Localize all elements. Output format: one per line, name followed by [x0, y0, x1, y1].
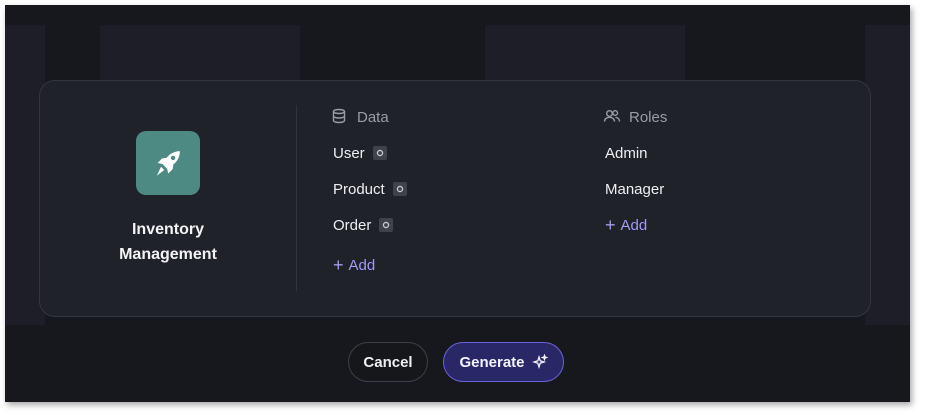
add-data-label: Add	[348, 256, 376, 274]
users-icon	[603, 108, 621, 126]
settings-icon[interactable]	[379, 218, 394, 232]
generate-button[interactable]: Generate	[443, 342, 564, 382]
generate-button-label: Generate	[459, 353, 525, 371]
plus-icon: +	[333, 255, 344, 275]
role-item-label: Manager	[605, 180, 665, 198]
add-role-button[interactable]: + Add	[603, 215, 667, 235]
data-item-label: User	[333, 144, 365, 162]
data-item-order[interactable]: Order	[331, 215, 407, 235]
cancel-button[interactable]: Cancel	[348, 342, 428, 382]
data-item-user[interactable]: User	[331, 143, 407, 163]
rocket-icon	[156, 151, 180, 176]
data-section-title: Data	[357, 108, 389, 126]
settings-icon[interactable]	[392, 182, 407, 196]
section-divider	[296, 105, 297, 291]
role-item-admin[interactable]: Admin	[603, 143, 667, 163]
data-section: Data User Product Order + Add	[331, 107, 407, 275]
background-block	[865, 25, 910, 325]
role-item-label: Admin	[605, 144, 648, 162]
database-icon	[331, 108, 349, 126]
project-icon	[136, 131, 200, 195]
settings-icon[interactable]	[372, 146, 387, 160]
plus-icon: +	[605, 215, 616, 235]
window-frame: Inventory Management Data User Product O…	[5, 5, 910, 402]
data-item-label: Product	[333, 180, 385, 198]
role-item-manager[interactable]: Manager	[603, 179, 667, 199]
background-block	[485, 25, 685, 80]
data-item-product[interactable]: Product	[331, 179, 407, 199]
add-role-label: Add	[620, 216, 648, 234]
roles-section-header: Roles	[603, 107, 667, 127]
project-name-line1: Inventory	[131, 221, 204, 238]
data-section-header: Data	[331, 107, 407, 127]
project-name: Inventory Management	[90, 217, 246, 267]
add-data-button[interactable]: + Add	[331, 255, 407, 275]
project-name-line2: Management	[119, 246, 217, 263]
roles-section: Roles Admin Manager + Add	[603, 107, 667, 235]
project-card: Inventory Management Data User Product O…	[39, 80, 871, 317]
background-block	[100, 25, 300, 80]
cancel-button-label: Cancel	[363, 353, 413, 371]
roles-section-title: Roles	[629, 108, 668, 126]
data-item-label: Order	[333, 216, 372, 234]
sparkle-icon	[531, 354, 548, 370]
